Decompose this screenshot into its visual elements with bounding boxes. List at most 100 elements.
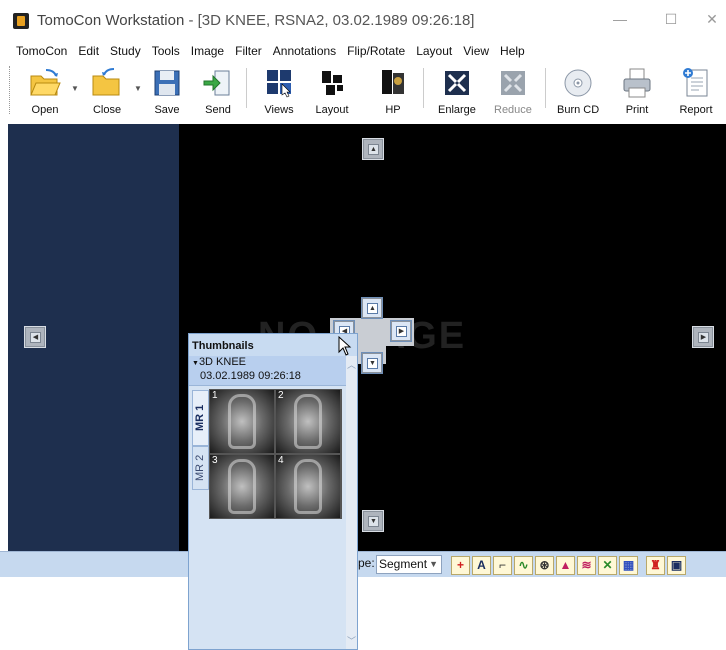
window-title-app: TomoCon Workstation [37, 12, 185, 29]
thumbnails-title[interactable]: Thumbnails [189, 334, 357, 356]
tab-series-mr2-label: MR 2 [194, 454, 206, 482]
views-button[interactable]: Views [262, 64, 296, 118]
thumbnail-image[interactable]: 3 [210, 455, 274, 518]
print-label: Print [625, 104, 649, 116]
send-label: Send [205, 104, 231, 116]
dock-left-panel-button[interactable]: ◀ [24, 326, 46, 348]
report-document-icon [679, 66, 713, 100]
layout-icon [315, 66, 349, 100]
menu-view[interactable]: View [463, 44, 489, 58]
scroll-down-icon[interactable]: ﹀ [347, 634, 356, 647]
hanging-protocol-button[interactable]: HP [376, 64, 410, 118]
chevron-down-icon: ▼ [429, 559, 438, 569]
app-logo-icon [13, 13, 29, 29]
menu-edit[interactable]: Edit [78, 44, 99, 58]
tomocon-window: TomoCon Workstation - [3D KNEE, RSNA2, 0… [0, 0, 726, 650]
report-label: Report [679, 104, 713, 116]
minimize-button[interactable]: — [605, 8, 635, 30]
printer-icon [620, 66, 654, 100]
send-button[interactable]: Send [201, 64, 235, 118]
open-dropdown-arrow[interactable]: ▼ [71, 84, 79, 93]
cd-disc-icon [561, 66, 595, 100]
menu-tomocon[interactable]: TomoCon [16, 44, 67, 58]
roi-tool-icon[interactable]: ▲ [556, 556, 575, 575]
dock-cross-right-button[interactable]: ▶ [390, 320, 412, 342]
open-button[interactable]: Open [28, 64, 62, 118]
thumbnail-image[interactable]: 2 [276, 390, 340, 453]
collapse-caret-icon: ▼ [192, 360, 199, 367]
toolbar-grip[interactable] [9, 66, 12, 114]
dock-right-button[interactable]: ▶ [692, 326, 714, 348]
reduce-button: Reduce [494, 64, 532, 118]
arrow-right-icon: ▶ [698, 332, 709, 343]
dock-top-button[interactable]: ▲ [362, 138, 384, 160]
toolbar-separator [545, 68, 546, 108]
save-button[interactable]: Save [150, 64, 184, 118]
print-button[interactable]: Print [620, 64, 654, 118]
close-dropdown-arrow[interactable]: ▼ [134, 84, 142, 93]
segment-type-select[interactable]: Segment ▼ [376, 555, 442, 574]
folder-close-icon [90, 66, 124, 100]
window-title: TomoCon Workstation - [3D KNEE, RSNA2, 0… [37, 12, 474, 29]
dock-cross-top-button[interactable]: ▲ [361, 297, 383, 319]
layout-button[interactable]: Layout [315, 64, 349, 118]
menu-help[interactable]: Help [500, 44, 525, 58]
thumbnail-number: 1 [212, 390, 218, 401]
arrow-right-icon: ▶ [396, 326, 407, 337]
enlarge-icon [440, 66, 474, 100]
aperture-tool-icon[interactable]: ⊛ [535, 556, 554, 575]
tab-series-mr1[interactable]: MR 1 [192, 390, 209, 446]
crosshair-tool-icon[interactable]: + [451, 556, 470, 575]
mouse-cursor-icon [338, 336, 352, 356]
report-button[interactable]: Report [679, 64, 713, 118]
thumbnails-scrollbar[interactable]: ︿ ﹀ [346, 356, 357, 649]
menu-image[interactable]: Image [191, 44, 224, 58]
close-label: Close [92, 104, 122, 116]
reduce-label: Reduce [494, 104, 532, 116]
title-bar: TomoCon Workstation - [3D KNEE, RSNA2, 0… [0, 0, 726, 40]
color-map-icon[interactable]: ▦ [619, 556, 638, 575]
profile-tool-icon[interactable]: ∿ [514, 556, 533, 575]
study-datetime: 03.02.1989 09:26:18 [200, 370, 301, 382]
send-icon [201, 66, 235, 100]
maximize-button[interactable]: ☐ [656, 8, 686, 30]
thumbnail-number: 4 [278, 455, 284, 466]
dock-cross-bottom-button[interactable]: ▼ [361, 352, 383, 374]
hp-label: HP [385, 104, 401, 116]
enlarge-button[interactable]: Enlarge [438, 64, 476, 118]
freehand-tool-icon[interactable]: ≋ [577, 556, 596, 575]
save-label: Save [154, 104, 180, 116]
thumbnail-image[interactable]: 4 [276, 455, 340, 518]
text-annotation-icon[interactable]: A [472, 556, 491, 575]
knee-mri-image [294, 459, 322, 514]
dock-bottom-button[interactable]: ▼ [362, 510, 384, 532]
knee-mri-image [228, 394, 256, 449]
settings-tool-icon[interactable]: ♜ [646, 556, 665, 575]
menu-annotations[interactable]: Annotations [273, 44, 336, 58]
views-grid-icon [262, 66, 296, 100]
menu-study[interactable]: Study [110, 44, 141, 58]
arrow-up-icon: ▲ [368, 144, 379, 155]
menu-tools[interactable]: Tools [152, 44, 180, 58]
arrow-down-icon: ▼ [367, 358, 378, 369]
study-item[interactable]: ▼3D KNEE 03.02.1989 09:26:18 [189, 356, 347, 386]
annotation-tools: + A ⌐ ∿ ⊛ ▲ ≋ ✕ ▦ ♜ ▣ [451, 556, 688, 576]
open-label: Open [31, 104, 59, 116]
scroll-up-icon[interactable]: ︿ [347, 358, 356, 371]
menu-flip-rotate[interactable]: Flip/Rotate [347, 44, 405, 58]
burn-cd-label: Burn CD [557, 104, 600, 116]
cross-tool-icon[interactable]: ✕ [598, 556, 617, 575]
angle-tool-icon[interactable]: ⌐ [493, 556, 512, 575]
menu-layout[interactable]: Layout [416, 44, 452, 58]
menu-filter[interactable]: Filter [235, 44, 262, 58]
thumbnail-image[interactable]: 1 [210, 390, 274, 453]
study-name: 3D KNEE [198, 356, 247, 368]
close-window-button[interactable]: ✕ [697, 8, 726, 30]
knee-mri-image [294, 394, 322, 449]
grid-tool-icon[interactable]: ▣ [667, 556, 686, 575]
close-study-button[interactable]: Close [90, 64, 124, 118]
thumbnail-grid: 1 2 3 4 [209, 389, 342, 519]
burn-cd-button[interactable]: Burn CD [557, 64, 599, 118]
arrow-down-icon: ▼ [368, 516, 379, 527]
tab-series-mr2[interactable]: MR 2 [192, 446, 209, 490]
